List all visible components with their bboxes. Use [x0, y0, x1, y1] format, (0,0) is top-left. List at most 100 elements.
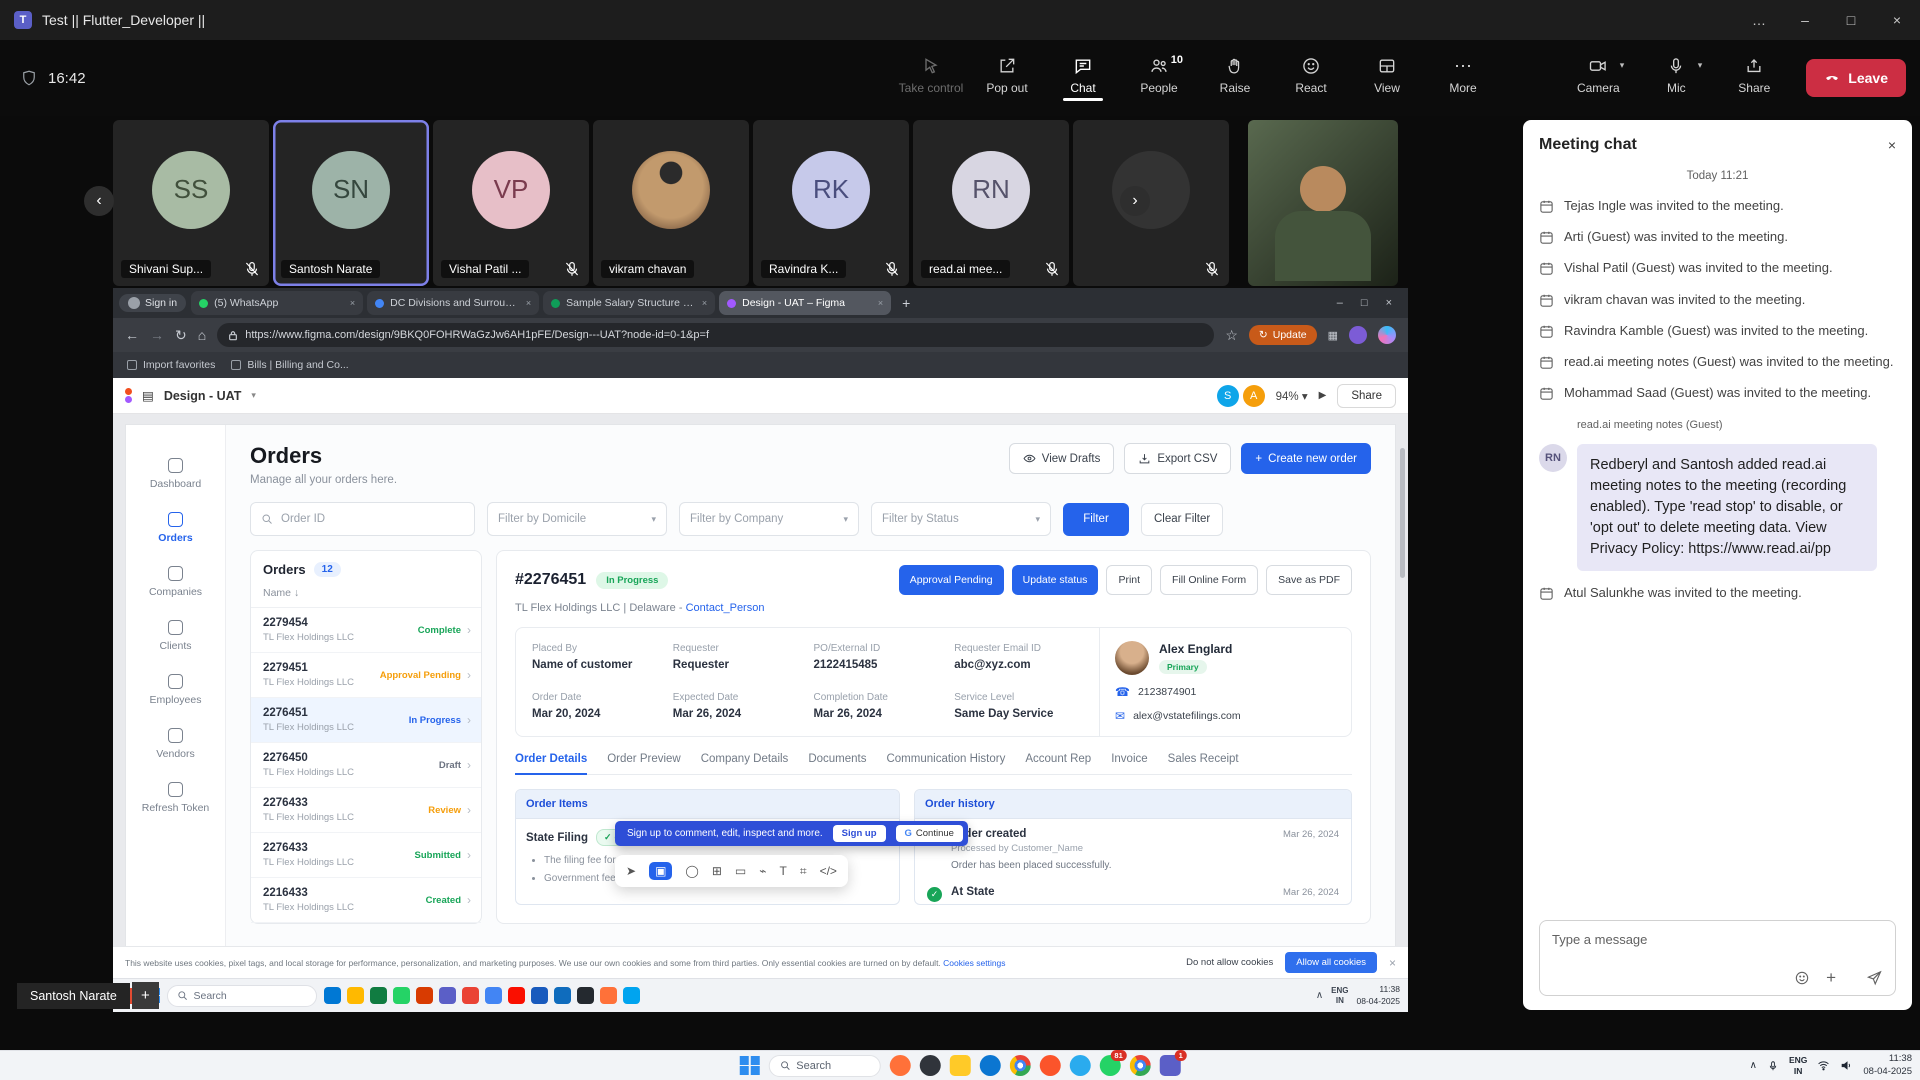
message-input[interactable] [1552, 932, 1883, 947]
browser-minimize-icon[interactable]: – [1337, 297, 1343, 309]
window-more-icon[interactable]: … [1736, 0, 1782, 40]
close-chat-icon[interactable]: × [1888, 137, 1896, 153]
order-row[interactable]: 2276433 TL Flex Holdings LLC Submitted › [251, 833, 481, 878]
detail-tab[interactable]: Documents [808, 753, 866, 774]
doc-title-chevron-icon[interactable]: ▾ [251, 390, 256, 401]
scroll-left-icon[interactable]: ‹ [84, 186, 114, 216]
sidebar-item[interactable]: Refresh Token [126, 773, 225, 823]
home-icon[interactable]: ⌂ [198, 327, 206, 343]
rect-tool-icon[interactable]: ▭ [735, 864, 746, 878]
detail-tab[interactable]: Communication History [886, 753, 1005, 774]
collaborator-avatar[interactable]: S [1217, 385, 1239, 407]
sidebar-item[interactable]: Orders [126, 503, 225, 553]
participant-tile[interactable]: vikram chavan [593, 120, 749, 286]
raise-hand-button[interactable]: Raise [1199, 48, 1271, 101]
figma-menu-icon[interactable]: ▤ [142, 388, 154, 403]
order-action-button[interactable]: Approval Pending [899, 565, 1004, 595]
taskbar-app-icon[interactable] [1009, 1055, 1030, 1076]
connector-tool-icon[interactable]: ⌁ [759, 864, 766, 878]
order-id-search-input[interactable]: Order ID [250, 502, 475, 536]
react-button[interactable]: React [1275, 48, 1347, 101]
detail-tab[interactable]: Sales Receipt [1168, 753, 1239, 774]
participant-video-tile[interactable] [1248, 120, 1398, 286]
taskbar-app-icon[interactable] [889, 1055, 910, 1076]
taskbar-app-icon[interactable]: 81 [1099, 1055, 1120, 1076]
participant-tile[interactable]: SN Santosh Narate [273, 120, 429, 286]
participant-tile[interactable]: RN read.ai mee... [913, 120, 1069, 286]
taskbar-app-icon[interactable] [508, 987, 525, 1004]
sidebar-item[interactable]: Clients [126, 611, 225, 661]
participant-tile[interactable]: VP Vishal Patil ... [433, 120, 589, 286]
tab-close-icon[interactable]: × [878, 298, 883, 308]
present-play-icon[interactable]: ▶ [1319, 390, 1327, 401]
text-tool-icon[interactable]: T [779, 864, 786, 878]
browser-tab[interactable]: Design - UAT – Figma × [719, 291, 891, 315]
window-minimize-icon[interactable]: – [1782, 0, 1828, 40]
tab-close-icon[interactable]: × [702, 298, 707, 308]
pop-out-button[interactable]: Pop out [971, 48, 1043, 101]
code-tool-icon[interactable]: </> [820, 864, 837, 878]
taskbar-app-icon[interactable] [1129, 1055, 1150, 1076]
sign-up-button[interactable]: Sign up [833, 825, 886, 842]
taskbar-app-icon[interactable] [416, 987, 433, 1004]
cursor-tool-icon[interactable]: ➤ [626, 864, 636, 878]
create-new-order-button[interactable]: +Create new order [1241, 443, 1371, 474]
tray-mic-icon[interactable] [1767, 1060, 1779, 1072]
camera-dropdown-icon[interactable]: ▾ [1620, 60, 1625, 71]
collaborator-avatar[interactable]: A [1243, 385, 1265, 407]
frame-tool-icon[interactable]: ⊞ [712, 864, 722, 878]
order-row[interactable]: 2276433 TL Flex Holdings LLC Review › [251, 788, 481, 833]
order-row[interactable]: 2276450 TL Flex Holdings LLC Draft › [251, 743, 481, 788]
language-indicator[interactable]: ENGIN [1789, 1055, 1807, 1075]
order-action-button[interactable]: Save as PDF [1266, 565, 1352, 595]
send-icon[interactable] [1866, 969, 1883, 986]
camera-button[interactable]: ▾ Camera [1562, 48, 1634, 101]
browser-close-icon[interactable]: × [1386, 297, 1392, 309]
taskbar-app-icon[interactable] [979, 1055, 1000, 1076]
leave-button[interactable]: Leave [1806, 59, 1906, 97]
participant-tile[interactable]: RK Ravindra K... [753, 120, 909, 286]
taskbar-app-icon[interactable] [462, 987, 479, 1004]
filter-status-select[interactable]: Filter by Status▾ [871, 502, 1051, 536]
detail-tab[interactable]: Company Details [701, 753, 789, 774]
order-row[interactable]: 2279454 TL Flex Holdings LLC Complete › [251, 608, 481, 653]
taskbar-app-icon[interactable] [577, 987, 594, 1004]
browser-update-button[interactable]: ↻Update [1249, 325, 1317, 345]
window-maximize-icon[interactable]: □ [1828, 0, 1874, 40]
sidebar-item[interactable]: Employees [126, 665, 225, 715]
order-action-button[interactable]: Fill Online Form [1160, 565, 1258, 595]
volume-icon[interactable] [1840, 1059, 1853, 1072]
taskbar-app-icon[interactable] [393, 987, 410, 1004]
forward-icon[interactable]: → [150, 327, 164, 343]
zoom-level[interactable]: 94% ▾ [1276, 389, 1308, 403]
detail-tab[interactable]: Invoice [1111, 753, 1147, 774]
emoji-icon[interactable] [1794, 970, 1810, 986]
name-column-header[interactable]: Name [263, 587, 291, 599]
shape-tool-icon[interactable]: ◯ [685, 864, 698, 878]
comment-tool-icon[interactable]: ▣ [649, 862, 672, 880]
allow-cookies-button[interactable]: Allow all cookies [1285, 952, 1377, 973]
figma-canvas[interactable]: Dashboard Orders Companies Clients Emplo… [113, 414, 1408, 978]
scroll-right-icon[interactable]: › [1120, 186, 1150, 216]
copilot-icon[interactable] [1378, 326, 1396, 344]
taskbar-search-input[interactable]: Search [167, 985, 317, 1007]
more-button[interactable]: ⋯ More [1427, 48, 1499, 101]
figma-share-button[interactable]: Share [1337, 384, 1396, 408]
taskbar-app-icon[interactable] [949, 1055, 970, 1076]
extensions-icon[interactable]: ▦ [1328, 329, 1338, 342]
clear-filter-button[interactable]: Clear Filter [1141, 503, 1223, 536]
contact-person-link[interactable]: Contact_Person [686, 602, 765, 614]
tab-close-icon[interactable]: × [526, 298, 531, 308]
chat-button[interactable]: Chat [1047, 48, 1119, 101]
order-row[interactable]: 2279451 TL Flex Holdings LLC Approval Pe… [251, 653, 481, 698]
attach-plus-icon[interactable]: + [1826, 969, 1836, 986]
sidebar-item[interactable]: Vendors [126, 719, 225, 769]
participant-tile[interactable]: SS Shivani Sup... [113, 120, 269, 286]
people-button[interactable]: 10 People [1123, 48, 1195, 101]
browser-tab[interactable]: DC Divisions and Surroundings × [367, 291, 539, 315]
taskbar-search-input[interactable]: Search [768, 1055, 880, 1077]
taskbar-clock[interactable]: 11:3808-04-2025 [1863, 1053, 1912, 1078]
share-button[interactable]: Share [1718, 48, 1790, 101]
browser-tab[interactable]: Sample Salary Structure with cal... × [543, 291, 715, 315]
figma-logo-icon[interactable] [125, 388, 132, 403]
